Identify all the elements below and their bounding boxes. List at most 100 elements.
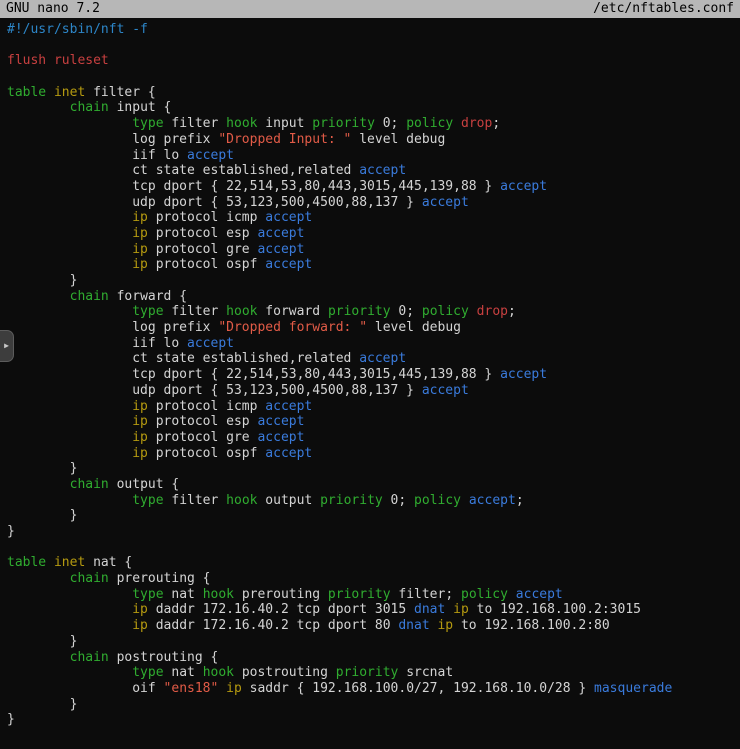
code-line[interactable]: } bbox=[7, 634, 740, 650]
code-line[interactable]: chain output { bbox=[7, 477, 740, 493]
code-segment: dnat bbox=[398, 618, 429, 633]
code-line[interactable]: tcp dport { 22,514,53,80,443,3015,445,13… bbox=[7, 179, 740, 195]
code-line[interactable]: } bbox=[7, 508, 740, 524]
code-segment: output bbox=[257, 493, 320, 508]
code-segment bbox=[7, 587, 132, 602]
code-line[interactable]: } bbox=[7, 461, 740, 477]
code-segment: ct state established,related bbox=[7, 351, 359, 366]
code-segment bbox=[7, 430, 132, 445]
code-segment bbox=[7, 210, 132, 225]
code-segment: filter bbox=[164, 116, 227, 131]
code-line[interactable]: chain input { bbox=[7, 100, 740, 116]
code-line[interactable]: type filter hook input priority 0; polic… bbox=[7, 116, 740, 132]
code-line[interactable]: ip protocol icmp accept bbox=[7, 399, 740, 415]
code-line[interactable]: } bbox=[7, 712, 740, 728]
code-line[interactable]: } bbox=[7, 697, 740, 713]
code-line[interactable]: ip protocol gre accept bbox=[7, 242, 740, 258]
code-line[interactable] bbox=[7, 69, 740, 85]
code-line[interactable]: udp dport { 53,123,500,4500,88,137 } acc… bbox=[7, 383, 740, 399]
code-segment: type bbox=[132, 493, 163, 508]
code-line[interactable]: ip protocol esp accept bbox=[7, 414, 740, 430]
code-line[interactable]: iif lo accept bbox=[7, 336, 740, 352]
nano-version: GNU nano 7.2 bbox=[6, 0, 100, 18]
code-line[interactable] bbox=[7, 38, 740, 54]
code-line[interactable]: type nat hook postrouting priority srcna… bbox=[7, 665, 740, 681]
code-segment: hook bbox=[203, 665, 234, 680]
code-line[interactable] bbox=[7, 540, 740, 556]
editor-area[interactable]: #!/usr/sbin/nft -f flush ruleset table ine… bbox=[0, 18, 740, 728]
code-segment: nat { bbox=[85, 555, 132, 570]
code-line[interactable]: type filter hook output priority 0; poli… bbox=[7, 493, 740, 509]
code-segment: 0; bbox=[375, 116, 406, 131]
code-segment: protocol ospf bbox=[148, 257, 265, 272]
code-segment: accept bbox=[469, 493, 516, 508]
code-segment: chain bbox=[70, 650, 109, 665]
code-segment bbox=[7, 257, 132, 272]
code-segment: accept bbox=[265, 257, 312, 272]
code-line[interactable]: oif "ens18" ip saddr { 192.168.100.0/27,… bbox=[7, 681, 740, 697]
code-segment: "Dropped Input: " bbox=[218, 132, 351, 147]
code-line[interactable]: udp dport { 53,123,500,4500,88,137 } acc… bbox=[7, 195, 740, 211]
code-line[interactable]: type filter hook forward priority 0; pol… bbox=[7, 304, 740, 320]
code-segment: accept bbox=[422, 195, 469, 210]
code-segment bbox=[46, 85, 54, 100]
code-segment: ip bbox=[132, 602, 148, 617]
code-segment: accept bbox=[516, 587, 563, 602]
code-segment: protocol ospf bbox=[148, 446, 265, 461]
code-segment: } bbox=[7, 712, 15, 727]
code-line[interactable]: ip protocol ospf accept bbox=[7, 446, 740, 462]
code-line[interactable]: } bbox=[7, 524, 740, 540]
code-segment: nat bbox=[164, 665, 203, 680]
code-line[interactable]: ip protocol gre accept bbox=[7, 430, 740, 446]
code-segment bbox=[7, 304, 132, 319]
code-line[interactable]: } bbox=[7, 273, 740, 289]
code-segment: tcp dport { 22,514,53,80,443,3015,445,13… bbox=[7, 367, 500, 382]
code-line[interactable]: ct state established,related accept bbox=[7, 163, 740, 179]
code-segment: ip bbox=[132, 210, 148, 225]
code-line[interactable]: ip protocol esp accept bbox=[7, 226, 740, 242]
code-segment: drop bbox=[477, 304, 508, 319]
code-line[interactable]: log prefix "Dropped forward: " level deb… bbox=[7, 320, 740, 336]
code-segment: } bbox=[7, 697, 77, 712]
code-line[interactable]: ip daddr 172.16.40.2 tcp dport 80 dnat i… bbox=[7, 618, 740, 634]
code-segment: priority bbox=[312, 116, 375, 131]
code-line[interactable]: tcp dport { 22,514,53,80,443,3015,445,13… bbox=[7, 367, 740, 383]
code-line[interactable]: log prefix "Dropped Input: " level debug bbox=[7, 132, 740, 148]
code-segment: accept bbox=[500, 367, 547, 382]
code-segment: } bbox=[7, 461, 77, 476]
code-line[interactable]: chain prerouting { bbox=[7, 571, 740, 587]
code-line[interactable]: ip protocol icmp accept bbox=[7, 210, 740, 226]
code-line[interactable]: chain forward { bbox=[7, 289, 740, 305]
code-line[interactable]: flush ruleset bbox=[7, 53, 740, 69]
code-line[interactable]: ip daddr 172.16.40.2 tcp dport 3015 dnat… bbox=[7, 602, 740, 618]
file-path: /etc/nftables.conf bbox=[593, 0, 734, 18]
code-segment: table bbox=[7, 555, 46, 570]
code-line[interactable]: table inet nat { bbox=[7, 555, 740, 571]
code-segment bbox=[508, 587, 516, 602]
code-segment: type bbox=[132, 665, 163, 680]
code-line[interactable]: #!/usr/sbin/nft -f bbox=[7, 22, 740, 38]
code-segment: iif lo bbox=[7, 336, 187, 351]
code-segment bbox=[46, 555, 54, 570]
code-line[interactable]: table inet filter { bbox=[7, 85, 740, 101]
code-segment bbox=[7, 665, 132, 680]
code-segment: ip bbox=[132, 618, 148, 633]
code-segment: accept bbox=[265, 210, 312, 225]
code-line[interactable]: chain postrouting { bbox=[7, 650, 740, 666]
code-line[interactable]: type nat hook prerouting priority filter… bbox=[7, 587, 740, 603]
code-segment bbox=[218, 681, 226, 696]
code-line[interactable]: ct state established,related accept bbox=[7, 351, 740, 367]
code-segment: protocol gre bbox=[148, 242, 258, 257]
code-line[interactable]: iif lo accept bbox=[7, 148, 740, 164]
code-segment: ip bbox=[132, 399, 148, 414]
code-segment bbox=[7, 493, 132, 508]
code-segment: postrouting { bbox=[109, 650, 219, 665]
code-segment: to 192.168.100.2:3015 bbox=[469, 602, 641, 617]
code-line[interactable]: ip protocol ospf accept bbox=[7, 257, 740, 273]
code-segment: level debug bbox=[351, 132, 445, 147]
panel-toggle-handle[interactable]: ▶ bbox=[0, 330, 14, 362]
code-segment: accept bbox=[187, 336, 234, 351]
code-segment: forward bbox=[257, 304, 327, 319]
code-segment: hook bbox=[226, 304, 257, 319]
code-segment: ; bbox=[508, 304, 516, 319]
